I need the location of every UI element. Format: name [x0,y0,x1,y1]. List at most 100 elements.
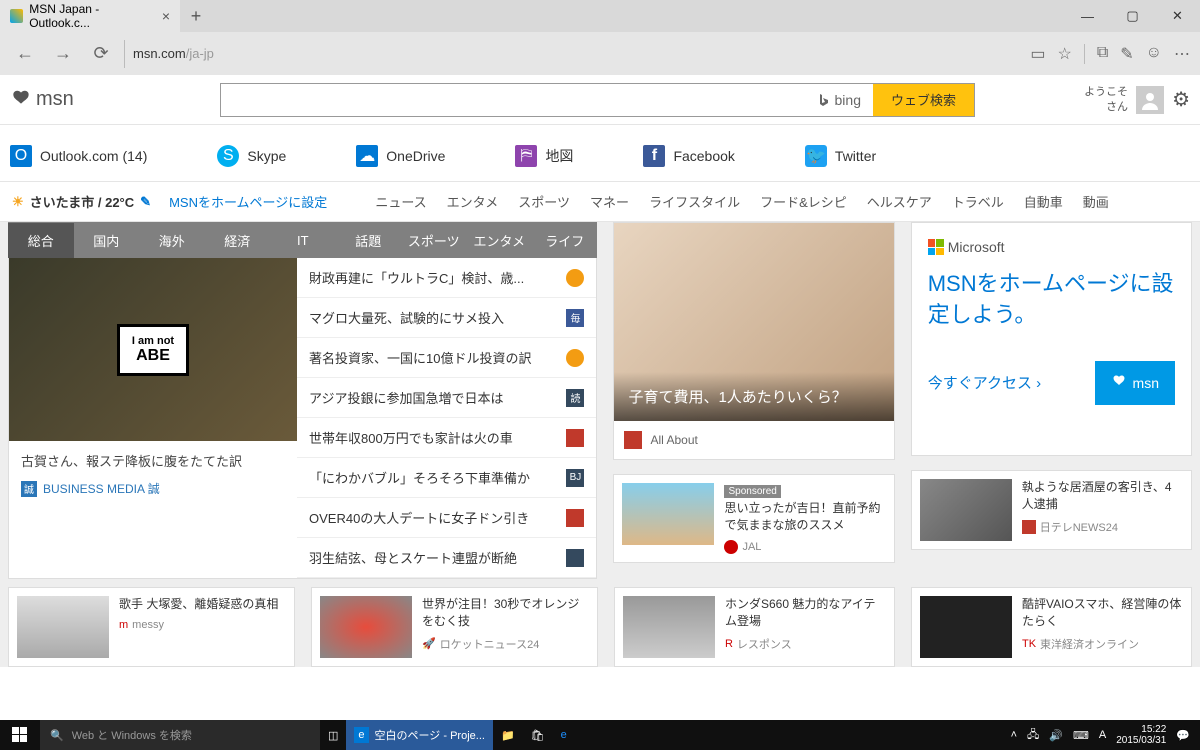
url-bar[interactable]: msn.com/ja-jp [124,40,1022,68]
headline-item[interactable]: 羽生結弦、母とスケート連盟が断絶 [297,538,596,578]
tab-entame[interactable]: エンタメ [467,223,533,258]
keyboard-icon[interactable]: ⌨ [1073,729,1089,742]
cat-health[interactable]: ヘルスケア [867,192,932,211]
back-button[interactable]: ← [10,39,40,69]
card[interactable]: ホンダS660 魅力的なアイテム登場R レスポンス [614,587,895,667]
source-icon [624,431,642,449]
hero-left[interactable]: I am not ABE 古賀さん、報ステ降板に腹をたてた訳 誠 BUSINES… [9,258,297,578]
cat-lifestyle[interactable]: ライフスタイル [649,192,740,211]
start-button[interactable] [0,720,40,750]
new-tab-button[interactable]: + [180,6,212,27]
maximize-button[interactable]: ▢ [1110,1,1155,31]
cat-travel[interactable]: トラベル [952,192,1004,211]
avatar[interactable] [1136,86,1164,114]
notifications-icon[interactable]: 💬 [1176,729,1190,742]
taskbar-store[interactable]: 🛍 [523,720,553,750]
col-mid: 子育て費用、1人あたりいくら？ All About Sponsored 思い立っ… [613,222,894,579]
cat-sports[interactable]: スポーツ [518,192,570,211]
more-icon[interactable]: ⋯ [1174,44,1190,64]
cat-food[interactable]: フード&レシピ [760,192,847,211]
promo-button[interactable]: msn [1095,361,1175,405]
mini-body: 執ような居酒屋の客引き、4人逮捕 日テレNEWS24 [1022,479,1183,541]
tab-kaigai[interactable]: 海外 [139,223,205,258]
homepage-link[interactable]: MSNをホームページに設定 [169,192,327,211]
source-icon [566,509,584,527]
msn-logo[interactable]: msn [10,88,220,111]
network-icon[interactable]: 🖧 [1027,726,1039,745]
tab-bar: MSN Japan - Outlook.c... × + — ▢ ✕ [0,0,1200,32]
microsoft-logo: Microsoft [928,239,1175,255]
taskbar-explorer[interactable]: 📁 [493,720,523,750]
ql-onedrive[interactable]: ☁OneDrive [356,145,445,167]
mini-title: 思い立ったが吉日！直前予約で気ままな旅のススメ [724,500,885,534]
volume-icon[interactable]: 🔊 [1049,729,1063,742]
taskbar-ie[interactable]: e [553,720,575,750]
person-icon [1140,90,1160,110]
headline-item[interactable]: アジア投銀に参加国急増で日本は読 [297,378,596,418]
refresh-button[interactable]: ⟳ [86,39,116,69]
search-button[interactable]: ウェブ検索 [873,84,974,116]
cat-entertainment[interactable]: エンタメ [447,192,499,211]
feedback-icon[interactable]: ☺ [1146,44,1162,64]
cat-money[interactable]: マネー [590,192,629,211]
taskbar-search[interactable]: 🔍 Web と Windows を検索 [40,720,320,750]
card[interactable]: 酷評VAIOスマホ、経営陣の体たらくTK 東洋経済オンライン [911,587,1192,667]
tab-keizai[interactable]: 経済 [205,223,271,258]
mini-source: 日テレNEWS24 [1022,519,1183,535]
tab-wadai[interactable]: 話題 [336,223,402,258]
gear-icon[interactable]: ⚙ [1172,87,1190,112]
edit-icon[interactable]: ✎ [140,194,151,210]
close-button[interactable]: ✕ [1155,1,1200,31]
cat-news[interactable]: ニュース [375,192,426,211]
news-tabs: 総合 国内 海外 経済 IT 話題 スポーツ エンタメ ライフ [8,222,597,258]
forward-button[interactable]: → [48,39,78,69]
tab-sougou[interactable]: 総合 [8,223,74,258]
note-icon[interactable]: ✎ [1120,44,1133,64]
hero-source: 誠 BUSINESS MEDIA 誠 [9,480,297,509]
cat-auto[interactable]: 自動車 [1024,192,1063,211]
headline-item[interactable]: 世帯年収800万円でも家計は火の車 [297,418,596,458]
promo-cta: 今すぐアクセス › msn [928,361,1175,405]
sun-icon: ☀ [12,194,24,210]
headlines-list: 財政再建に「ウルトラC」検討、歳... マグロ大量死、試験的にサメ投入毎 著名投… [297,258,596,578]
promo-title: MSNをホームページに設定しよう。 [928,269,1175,331]
headline-item[interactable]: 著名投資家、一国に10億ドル投資の訳 [297,338,596,378]
promo-link[interactable]: 今すぐアクセス › [928,372,1041,393]
ql-skype[interactable]: SSkype [217,145,286,167]
card[interactable]: 世界が注目！30秒でオレンジをむく技🚀 ロケットニュース24 [311,587,598,667]
headline-item[interactable]: マグロ大量死、試験的にサメ投入毎 [297,298,596,338]
ql-facebook[interactable]: fFacebook [643,145,734,167]
ime-indicator[interactable]: A [1099,729,1106,741]
reading-icon[interactable]: ▭ [1030,44,1045,64]
browser-tab[interactable]: MSN Japan - Outlook.c... × [0,0,180,32]
col-right: Microsoft MSNをホームページに設定しよう。 今すぐアクセス › ms… [911,222,1192,579]
weather[interactable]: ☀ さいたま市 / 22°C ✎ [12,192,151,211]
star-icon[interactable]: ☆ [1057,44,1071,64]
mini-card[interactable]: 執ような居酒屋の客引き、4人逮捕 日テレNEWS24 [911,470,1192,550]
feature-card[interactable]: 子育て費用、1人あたりいくら？ All About [613,222,894,460]
ql-maps[interactable]: ⛿地図 [515,145,573,167]
search-icon: 🔍 [50,729,64,742]
tray-up-icon[interactable]: ˄ [1011,729,1017,741]
hub-icon[interactable]: ⧉ [1097,44,1108,64]
card[interactable]: 歌手 大塚愛、離婚疑惑の真相m messy [8,587,295,667]
tab-kokunai[interactable]: 国内 [74,223,140,258]
tab-title: MSN Japan - Outlook.c... [29,2,156,30]
tab-sports[interactable]: スポーツ [401,223,467,258]
headline-item[interactable]: OVER40の大人デートに女子ドン引き [297,498,596,538]
headline-item[interactable]: 財政再建に「ウルトラC」検討、歳... [297,258,596,298]
thumbnail [920,479,1012,541]
search-input[interactable] [221,92,805,108]
headline-item[interactable]: 「にわかバブル」そろそろ下車準備かBJ [297,458,596,498]
tab-it[interactable]: IT [270,225,336,256]
ql-twitter[interactable]: 🐦Twitter [805,145,876,167]
tab-close-icon[interactable]: × [162,8,170,24]
tab-life[interactable]: ライフ [532,223,598,258]
task-view-button[interactable]: ◫ [320,720,346,750]
taskbar-app-project[interactable]: e 空白のページ - Proje... [346,720,493,750]
ql-outlook[interactable]: OOutlook.com (14) [10,145,147,167]
minimize-button[interactable]: — [1065,1,1110,31]
mini-card-sponsored[interactable]: Sponsored 思い立ったが吉日！直前予約で気ままな旅のススメ JAL [613,474,894,563]
cat-video[interactable]: 動画 [1083,192,1109,211]
clock[interactable]: 15:22 2015/03/31 [1116,724,1166,746]
